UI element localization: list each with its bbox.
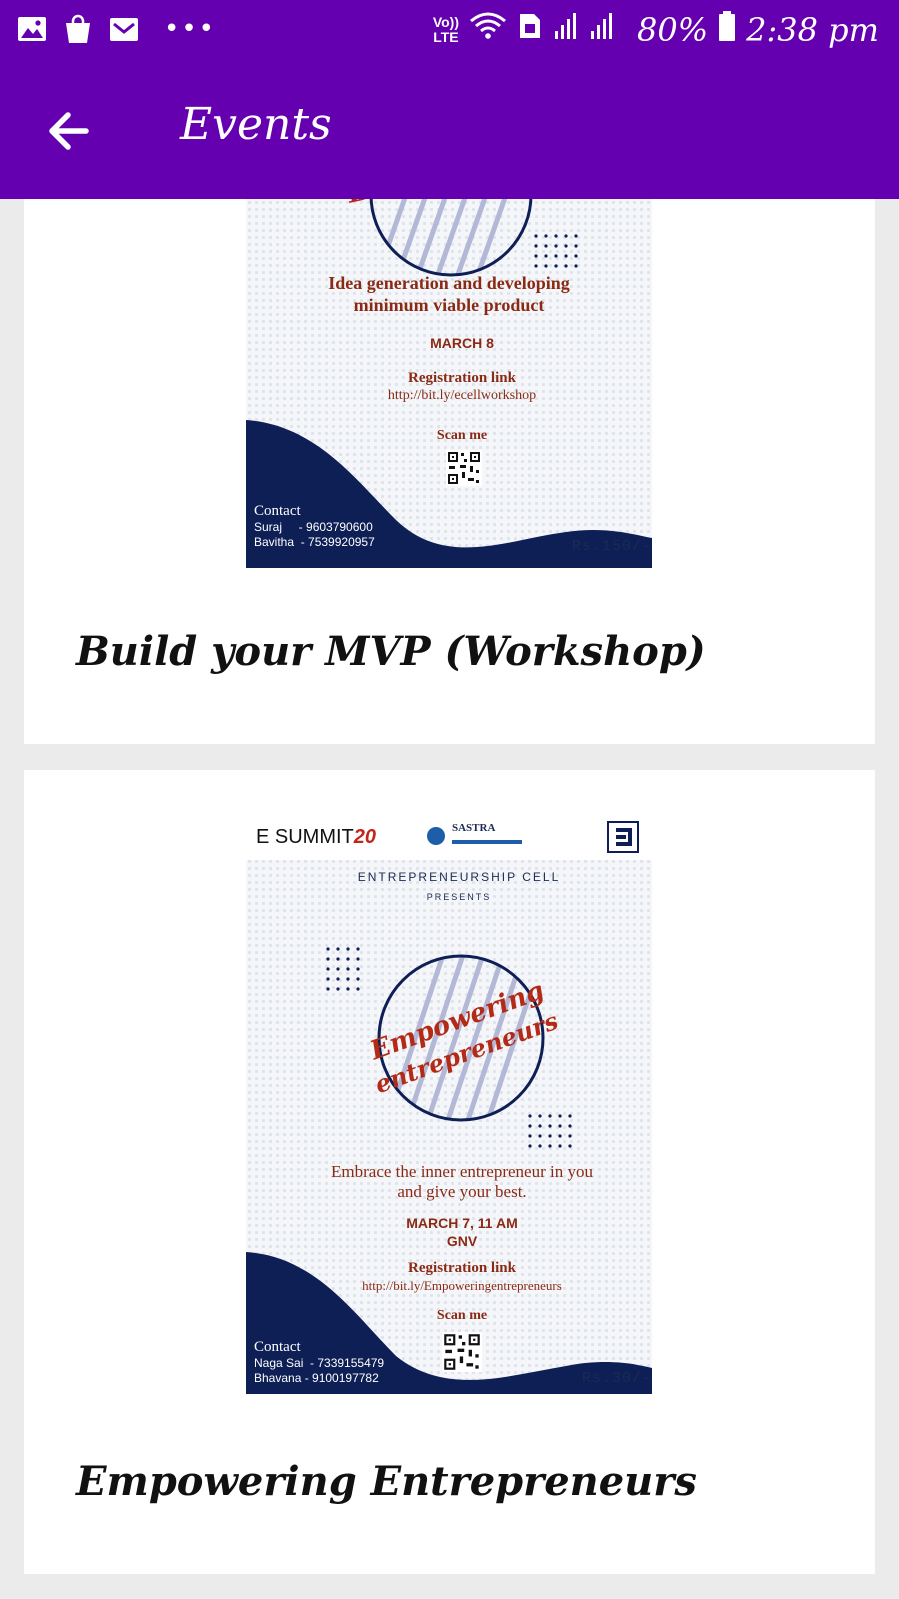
poster-presenter: ENTREPRENEURSHIP CELL <box>357 870 561 884</box>
wifi-icon <box>469 11 507 49</box>
poster-registration-url: http://bit.ly/Empoweringentrepreneurs <box>362 1278 562 1293</box>
poster-price: Rs.150/- <box>571 538 652 555</box>
event-poster-image: E SUMMIT20 SASTRA ENTREPRENEURSHIP CELL … <box>246 816 652 1394</box>
back-button[interactable] <box>44 104 98 158</box>
page-title: Events <box>180 99 332 150</box>
poster-contact: Contact Naga Sai - 7339155479 Bhavana - … <box>254 1338 384 1386</box>
gallery-icon <box>16 14 48 44</box>
volte-indicator: Vo)) LTE <box>432 14 460 45</box>
poster-headline-line1: Embrace the inner entrepreneur in you <box>331 1162 593 1181</box>
event-card[interactable]: Build your Idea generation and developin… <box>24 150 875 744</box>
poster-headline-line2: and give your best. <box>397 1182 527 1201</box>
poster-scan-label: Scan me <box>436 428 488 443</box>
esummit-logo: E SUMMIT20 <box>256 826 377 848</box>
qr-code-icon <box>442 1332 482 1372</box>
more-dots-icon: ••• <box>164 14 217 44</box>
poster-contact-label: Contact <box>254 1339 301 1355</box>
poster-scan-label: Scan me <box>436 1308 488 1323</box>
poster-date: MARCH 7, 11 AM <box>406 1215 518 1231</box>
poster-headline-line2: minimum viable product <box>353 295 545 315</box>
sastra-logo: SASTRA <box>452 822 496 834</box>
app-bar: Events <box>0 64 899 199</box>
poster-price: Rs.30/- <box>581 1370 652 1387</box>
poster-contact-1: Naga Sai - 7339155479 <box>254 1356 385 1370</box>
event-poster-image: Build your Idea generation and developin… <box>246 150 652 568</box>
qr-code-icon <box>446 450 482 486</box>
poster-registration-label: Registration link <box>408 1260 516 1276</box>
mail-icon <box>108 14 140 44</box>
poster-registration-url: http://bit.ly/ecellworkshop <box>387 388 537 403</box>
poster-contact-2: Bhavana - 9100197782 <box>254 1371 379 1385</box>
signal-icon <box>553 11 627 49</box>
poster-contact-2: Bavitha - 7539920957 <box>254 535 375 549</box>
sim-icon <box>517 11 543 49</box>
clock-time: 2:38 pm <box>746 11 879 49</box>
status-bar: ••• Vo)) LTE 80% 2:38 pm <box>0 0 899 64</box>
poster-contact-1: Suraj - 9603790600 <box>254 520 373 534</box>
event-card[interactable]: E SUMMIT20 SASTRA ENTREPRENEURSHIP CELL … <box>24 770 875 1574</box>
event-title: Build your MVP (Workshop) <box>76 628 706 675</box>
poster-contact: Contact Suraj - 9603790600 Bavitha - 753… <box>254 502 375 550</box>
poster-contact-label: Contact <box>254 503 301 519</box>
poster-presents: PRESENTS <box>426 892 492 902</box>
poster-venue: GNV <box>446 1233 478 1249</box>
battery-percent: 80% <box>637 11 709 49</box>
poster-headline-line1: Idea generation and developing <box>328 273 570 293</box>
status-notification-icons: ••• <box>16 14 216 44</box>
shopping-bag-icon <box>62 14 94 44</box>
poster-date: MARCH 8 <box>430 335 494 351</box>
poster-registration-label: Registration link <box>408 370 516 386</box>
battery-icon <box>718 10 736 50</box>
status-system-icons: Vo)) LTE 80% 2:38 pm <box>433 10 879 50</box>
event-title: Empowering Entrepreneurs <box>76 1458 697 1505</box>
arrow-left-icon <box>49 112 89 150</box>
